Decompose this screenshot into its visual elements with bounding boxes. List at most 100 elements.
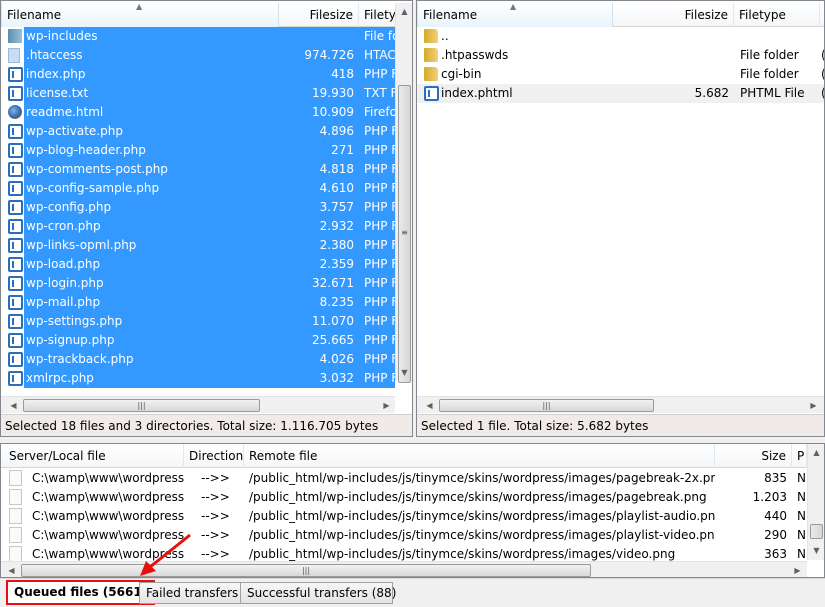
remote-list-header: ▲ Filename Filesize Filetype l — [417, 3, 824, 27]
local-col-filesize[interactable]: Filesize — [279, 3, 359, 27]
php-file-icon — [8, 276, 23, 291]
scrollbar-thumb[interactable]: ||| — [439, 399, 654, 412]
local-file-row[interactable]: license.txt 19.930 TXT F — [1, 84, 395, 103]
local-file-row[interactable]: index.php 418 PHP F — [1, 65, 395, 84]
remote-col-filesize[interactable]: Filesize — [613, 3, 734, 27]
queue-col-remote[interactable]: Remote file — [244, 444, 715, 468]
scrollbar-thumb[interactable]: ||| — [21, 564, 591, 577]
queue-row[interactable]: C:\wamp\www\wordpress... -->> /public_ht… — [1, 507, 807, 526]
queue-vertical-scrollbar[interactable]: ▲ ▼ — [807, 444, 824, 560]
file-name: .. — [441, 29, 449, 43]
local-file-pane: ▲ Filename Filesize Filety wp-includes F… — [0, 0, 413, 437]
file-name: wp-trackback.php — [26, 352, 134, 366]
remote-file-pane: ▲ Filename Filesize Filetype l .. .htpas… — [416, 0, 825, 437]
php-file-icon — [8, 352, 23, 367]
local-file-row[interactable]: wp-signup.php 25.665 PHP F — [1, 331, 395, 350]
local-file-row[interactable]: wp-config.php 3.757 PHP F — [1, 198, 395, 217]
scroll-down-icon[interactable]: ▼ — [808, 542, 824, 559]
local-file-row[interactable]: xmlrpc.php 3.032 PHP F — [1, 369, 395, 388]
queue-header: Server/Local file Direction Remote file … — [1, 444, 807, 468]
queue-local-file: C:\wamp\www\wordpress... — [32, 490, 184, 504]
local-vertical-scrollbar[interactable]: ▲ ≡ ▼ — [395, 3, 412, 383]
php-file-icon — [8, 124, 23, 139]
scroll-right-icon[interactable]: ▶ — [789, 562, 806, 577]
queue-horizontal-scrollbar[interactable]: ◀ ||| ▶ — [1, 561, 807, 577]
queue-col-size[interactable]: Size — [715, 444, 792, 468]
file-type: PHP F — [364, 200, 395, 214]
queue-col-local[interactable]: Server/Local file — [4, 444, 184, 468]
file-name: readme.html — [26, 105, 104, 119]
file-size: 974.726 — [304, 48, 354, 62]
php-file-icon — [8, 143, 23, 158]
file-type: File folder — [740, 67, 799, 81]
local-file-row[interactable]: wp-config-sample.php 4.610 PHP F — [1, 179, 395, 198]
local-file-row[interactable]: wp-includes File fo — [1, 27, 395, 46]
remote-horizontal-scrollbar[interactable]: ◀ ||| ▶ — [417, 396, 824, 414]
scroll-up-icon[interactable]: ▲ — [808, 444, 824, 461]
tab-successful-transfers[interactable]: Successful transfers (88) — [240, 582, 396, 604]
remote-col-extra[interactable]: l — [820, 3, 824, 27]
tab-queued-files[interactable]: Queued files (5661) — [6, 580, 156, 605]
scrollbar-thumb[interactable]: ≡ — [398, 85, 411, 383]
file-name: wp-links-opml.php — [26, 238, 137, 252]
file-extra — [821, 27, 824, 46]
local-file-row[interactable]: wp-trackback.php 4.026 PHP F — [1, 350, 395, 369]
local-file-row[interactable]: readme.html 10.909 Firefo — [1, 103, 395, 122]
tab-failed-transfers[interactable]: Failed transfers — [139, 582, 246, 604]
php-file-icon — [8, 67, 23, 82]
local-horizontal-scrollbar[interactable]: ◀ ||| ▶ — [1, 396, 395, 413]
file-type: File fo — [364, 29, 395, 43]
queue-row[interactable]: C:\wamp\www\wordpress... -->> /public_ht… — [1, 526, 807, 545]
queue-priority: N — [797, 471, 806, 485]
queue-size: 290 — [764, 528, 787, 542]
remote-col-filename[interactable]: ▲ Filename — [417, 3, 613, 27]
scroll-left-icon[interactable]: ◀ — [421, 397, 438, 414]
file-type: PHP F — [364, 238, 395, 252]
file-type: Firefo — [364, 105, 395, 119]
file-type: PHP F — [364, 276, 395, 290]
scroll-left-icon[interactable]: ◀ — [3, 562, 20, 577]
scroll-up-icon[interactable]: ▲ — [396, 3, 412, 20]
file-size — [617, 27, 729, 46]
file-size: 4.896 — [319, 124, 354, 138]
queue-col-priority[interactable]: P — [792, 444, 807, 468]
php-file-icon — [8, 86, 23, 101]
sort-ascending-icon: ▲ — [136, 3, 143, 11]
remote-file-row[interactable]: .. — [417, 27, 824, 46]
scroll-right-icon[interactable]: ▶ — [378, 397, 395, 414]
queue-tabs: Queued files (5661) Failed transfers Suc… — [0, 578, 825, 607]
queue-remote-file: /public_html/wp-includes/js/tinymce/skin… — [249, 509, 715, 523]
scrollbar-thumb[interactable] — [810, 524, 823, 539]
queue-col-direction[interactable]: Direction — [184, 444, 244, 468]
remote-file-row[interactable]: index.phtml 5.682 PHTML File ( — [417, 84, 824, 103]
local-file-row[interactable]: wp-activate.php 4.896 PHP F — [1, 122, 395, 141]
remote-file-row[interactable]: cgi-bin File folder ( — [417, 65, 824, 84]
scroll-left-icon[interactable]: ◀ — [5, 397, 22, 414]
remote-file-row[interactable]: .htpasswds File folder ( — [417, 46, 824, 65]
local-file-row[interactable]: .htaccess 974.726 HTAC — [1, 46, 395, 65]
local-col-filename[interactable]: ▲ Filename — [1, 3, 279, 27]
file-type: PHP F — [364, 314, 395, 328]
local-file-row[interactable]: wp-settings.php 11.070 PHP F — [1, 312, 395, 331]
file-size: 3.757 — [319, 200, 354, 214]
queue-direction: -->> — [201, 471, 230, 485]
file-extra: ( — [821, 46, 824, 65]
local-file-row[interactable]: wp-blog-header.php 271 PHP F — [1, 141, 395, 160]
local-col-filetype[interactable]: Filety — [359, 3, 399, 27]
local-file-row[interactable]: wp-mail.php 8.235 PHP F — [1, 293, 395, 312]
folder-icon — [424, 48, 438, 62]
local-file-row[interactable]: wp-login.php 32.671 PHP F — [1, 274, 395, 293]
queue-remote-file: /public_html/wp-includes/js/tinymce/skin… — [249, 528, 715, 542]
local-file-row[interactable]: wp-cron.php 2.932 PHP F — [1, 217, 395, 236]
scrollbar-thumb[interactable]: ||| — [23, 399, 260, 412]
file-type: PHP F — [364, 124, 395, 138]
local-file-row[interactable]: wp-comments-post.php 4.818 PHP F — [1, 160, 395, 179]
file-type: PHP F — [364, 257, 395, 271]
queue-row[interactable]: C:\wamp\www\wordpress... -->> /public_ht… — [1, 469, 807, 488]
queue-row[interactable]: C:\wamp\www\wordpress... -->> /public_ht… — [1, 488, 807, 507]
local-file-row[interactable]: wp-load.php 2.359 PHP F — [1, 255, 395, 274]
scroll-right-icon[interactable]: ▶ — [805, 397, 822, 414]
local-file-row[interactable]: wp-links-opml.php 2.380 PHP F — [1, 236, 395, 255]
scroll-down-icon[interactable]: ▼ — [396, 364, 412, 381]
remote-col-filetype[interactable]: Filetype — [734, 3, 820, 27]
